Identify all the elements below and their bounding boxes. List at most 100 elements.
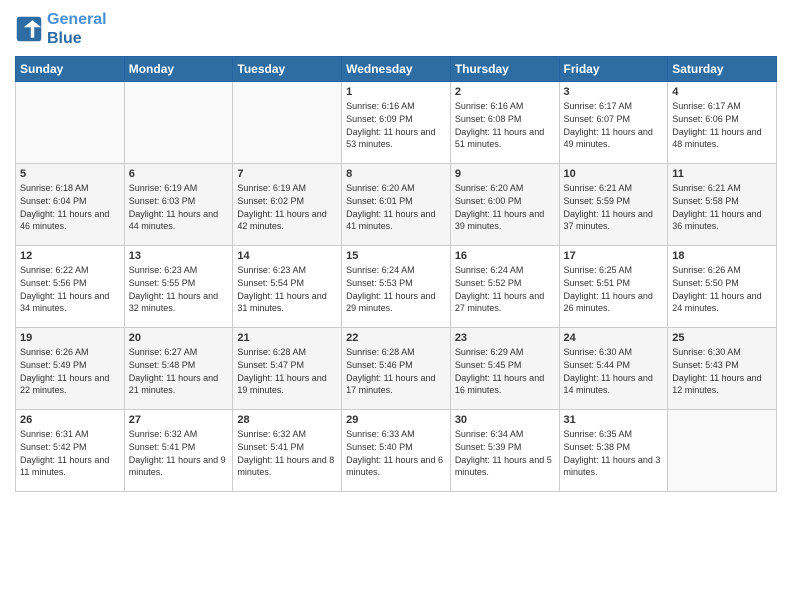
day-info: Sunrise: 6:29 AM Sunset: 5:45 PM Dayligh… [455,346,555,396]
day-number: 2 [455,86,555,98]
day-info: Sunrise: 6:35 AM Sunset: 5:38 PM Dayligh… [564,428,664,478]
day-cell-6: 6 Sunrise: 6:19 AM Sunset: 6:03 PM Daylig… [124,164,233,246]
week-row-5: 26 Sunrise: 6:31 AM Sunset: 5:42 PM Dayli… [16,410,777,492]
day-info: Sunrise: 6:34 AM Sunset: 5:39 PM Dayligh… [455,428,555,478]
day-info: Sunrise: 6:22 AM Sunset: 5:56 PM Dayligh… [20,264,120,314]
day-number: 31 [564,414,664,426]
day-cell-24: 24 Sunrise: 6:30 AM Sunset: 5:44 PM Dayli… [559,328,668,410]
page: General Blue SundayMondayTuesdayWednesda… [0,0,792,612]
day-number: 11 [672,168,772,180]
day-number: 22 [346,332,446,344]
day-info: Sunrise: 6:30 AM Sunset: 5:43 PM Dayligh… [672,346,772,396]
day-number: 8 [346,168,446,180]
day-info: Sunrise: 6:17 AM Sunset: 6:06 PM Dayligh… [672,100,772,150]
day-number: 25 [672,332,772,344]
day-number: 24 [564,332,664,344]
weekday-header-monday: Monday [124,57,233,82]
weekday-header-saturday: Saturday [668,57,777,82]
week-row-3: 12 Sunrise: 6:22 AM Sunset: 5:56 PM Dayli… [16,246,777,328]
day-number: 26 [20,414,120,426]
day-info: Sunrise: 6:26 AM Sunset: 5:50 PM Dayligh… [672,264,772,314]
weekday-header-friday: Friday [559,57,668,82]
logo: General Blue [15,10,107,48]
day-info: Sunrise: 6:23 AM Sunset: 5:55 PM Dayligh… [129,264,229,314]
day-cell-11: 11 Sunrise: 6:21 AM Sunset: 5:58 PM Dayli… [668,164,777,246]
day-info: Sunrise: 6:28 AM Sunset: 5:46 PM Dayligh… [346,346,446,396]
day-cell-20: 20 Sunrise: 6:27 AM Sunset: 5:48 PM Dayli… [124,328,233,410]
calendar: SundayMondayTuesdayWednesdayThursdayFrid… [15,56,777,492]
day-number: 20 [129,332,229,344]
day-number: 1 [346,86,446,98]
day-cell-5: 5 Sunrise: 6:18 AM Sunset: 6:04 PM Daylig… [16,164,125,246]
day-cell-28: 28 Sunrise: 6:32 AM Sunset: 5:41 PM Dayli… [233,410,342,492]
day-number: 7 [237,168,337,180]
day-info: Sunrise: 6:28 AM Sunset: 5:47 PM Dayligh… [237,346,337,396]
day-number: 6 [129,168,229,180]
day-number: 27 [129,414,229,426]
day-info: Sunrise: 6:31 AM Sunset: 5:42 PM Dayligh… [20,428,120,478]
day-info: Sunrise: 6:32 AM Sunset: 5:41 PM Dayligh… [129,428,229,478]
header: General Blue [15,10,777,48]
day-info: Sunrise: 6:21 AM Sunset: 5:58 PM Dayligh… [672,182,772,232]
empty-cell [16,82,125,164]
day-info: Sunrise: 6:24 AM Sunset: 5:53 PM Dayligh… [346,264,446,314]
day-number: 5 [20,168,120,180]
day-cell-8: 8Sunrise: 6:20 AM Sunset: 6:01 PM Daylig… [342,164,451,246]
day-info: Sunrise: 6:16 AM Sunset: 6:09 PM Dayligh… [346,100,446,150]
week-row-4: 19 Sunrise: 6:26 AM Sunset: 5:49 PM Dayli… [16,328,777,410]
day-info: Sunrise: 6:24 AM Sunset: 5:52 PM Dayligh… [455,264,555,314]
day-cell-3: 3Sunrise: 6:17 AM Sunset: 6:07 PM Daylig… [559,82,668,164]
day-info: Sunrise: 6:19 AM Sunset: 6:02 PM Dayligh… [237,182,337,232]
day-cell-16: 16 Sunrise: 6:24 AM Sunset: 5:52 PM Dayli… [450,246,559,328]
weekday-header-wednesday: Wednesday [342,57,451,82]
empty-cell [233,82,342,164]
weekday-header-thursday: Thursday [450,57,559,82]
day-number: 10 [564,168,664,180]
day-cell-9: 9Sunrise: 6:20 AM Sunset: 6:00 PM Daylig… [450,164,559,246]
day-info: Sunrise: 6:23 AM Sunset: 5:54 PM Dayligh… [237,264,337,314]
day-number: 17 [564,250,664,262]
day-info: Sunrise: 6:33 AM Sunset: 5:40 PM Dayligh… [346,428,446,478]
day-cell-18: 18 Sunrise: 6:26 AM Sunset: 5:50 PM Dayli… [668,246,777,328]
day-cell-19: 19 Sunrise: 6:26 AM Sunset: 5:49 PM Dayli… [16,328,125,410]
day-info: Sunrise: 6:20 AM Sunset: 6:00 PM Dayligh… [455,182,555,232]
day-cell-2: 2Sunrise: 6:16 AM Sunset: 6:08 PM Daylig… [450,82,559,164]
day-info: Sunrise: 6:27 AM Sunset: 5:48 PM Dayligh… [129,346,229,396]
empty-cell [668,410,777,492]
day-number: 28 [237,414,337,426]
day-info: Sunrise: 6:32 AM Sunset: 5:41 PM Dayligh… [237,428,337,478]
day-number: 4 [672,86,772,98]
day-cell-15: 15 Sunrise: 6:24 AM Sunset: 5:53 PM Dayli… [342,246,451,328]
day-info: Sunrise: 6:18 AM Sunset: 6:04 PM Dayligh… [20,182,120,232]
day-info: Sunrise: 6:19 AM Sunset: 6:03 PM Dayligh… [129,182,229,232]
day-info: Sunrise: 6:17 AM Sunset: 6:07 PM Dayligh… [564,100,664,150]
day-number: 21 [237,332,337,344]
day-number: 15 [346,250,446,262]
day-number: 16 [455,250,555,262]
empty-cell [124,82,233,164]
day-number: 13 [129,250,229,262]
weekday-header-row: SundayMondayTuesdayWednesdayThursdayFrid… [16,57,777,82]
day-cell-27: 27 Sunrise: 6:32 AM Sunset: 5:41 PM Dayli… [124,410,233,492]
day-number: 14 [237,250,337,262]
day-info: Sunrise: 6:30 AM Sunset: 5:44 PM Dayligh… [564,346,664,396]
day-cell-22: 22 Sunrise: 6:28 AM Sunset: 5:46 PM Dayli… [342,328,451,410]
day-cell-10: 10 Sunrise: 6:21 AM Sunset: 5:59 PM Dayli… [559,164,668,246]
day-info: Sunrise: 6:26 AM Sunset: 5:49 PM Dayligh… [20,346,120,396]
day-info: Sunrise: 6:21 AM Sunset: 5:59 PM Dayligh… [564,182,664,232]
logo-icon [15,15,43,43]
day-number: 19 [20,332,120,344]
day-cell-25: 25 Sunrise: 6:30 AM Sunset: 5:43 PM Dayli… [668,328,777,410]
weekday-header-sunday: Sunday [16,57,125,82]
day-info: Sunrise: 6:25 AM Sunset: 5:51 PM Dayligh… [564,264,664,314]
day-number: 12 [20,250,120,262]
day-cell-17: 17 Sunrise: 6:25 AM Sunset: 5:51 PM Dayli… [559,246,668,328]
day-cell-14: 14 Sunrise: 6:23 AM Sunset: 5:54 PM Dayli… [233,246,342,328]
day-cell-31: 31 Sunrise: 6:35 AM Sunset: 5:38 PM Dayli… [559,410,668,492]
logo-text: General Blue [47,10,107,48]
day-cell-1: 1 Sunrise: 6:16 AM Sunset: 6:09 PM Daylig… [342,82,451,164]
day-cell-26: 26 Sunrise: 6:31 AM Sunset: 5:42 PM Dayli… [16,410,125,492]
day-number: 18 [672,250,772,262]
day-number: 30 [455,414,555,426]
day-cell-12: 12 Sunrise: 6:22 AM Sunset: 5:56 PM Dayli… [16,246,125,328]
